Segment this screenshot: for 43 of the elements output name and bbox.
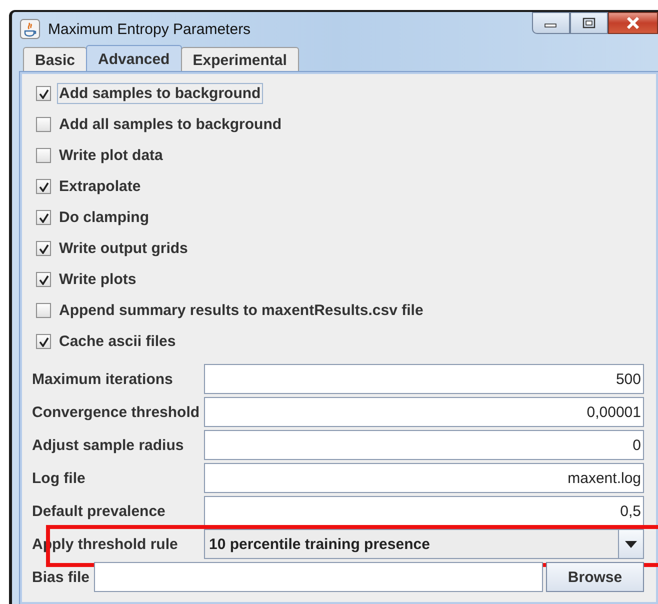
input-field[interactable]: 0,00001	[204, 397, 644, 427]
tab[interactable]: Basic	[23, 47, 88, 72]
field-label: Convergence threshold	[32, 404, 201, 420]
checkbox-label[interactable]: Cache ascii files	[57, 331, 178, 352]
maximize-button[interactable]	[570, 12, 608, 34]
checkbox[interactable]	[36, 303, 51, 318]
checkbox[interactable]	[36, 148, 51, 163]
close-icon	[625, 17, 641, 29]
input-field[interactable]	[94, 562, 543, 592]
checkbox[interactable]	[36, 241, 51, 256]
dropdown[interactable]: 10 percentile training presence	[204, 529, 644, 559]
input-field[interactable]: maxent.log	[204, 463, 644, 493]
checkbox[interactable]	[36, 86, 51, 101]
input-field[interactable]: 500	[204, 364, 644, 394]
checkbox-label[interactable]: Add all samples to background	[57, 114, 284, 135]
field-label: Adjust sample radius	[32, 436, 185, 454]
field-label: Default prevalence	[32, 502, 166, 520]
maximize-icon	[582, 17, 596, 29]
checkbox[interactable]	[36, 334, 51, 349]
checkbox-label[interactable]: Write output grids	[57, 238, 190, 259]
checkbox[interactable]	[36, 179, 51, 194]
browse-button[interactable]: Browse	[546, 562, 644, 592]
field-label: Log file	[32, 470, 86, 486]
dropdown-arrow-icon	[625, 540, 637, 548]
window-title: Maximum Entropy Parameters	[48, 20, 251, 38]
close-button[interactable]	[608, 12, 658, 34]
checkbox-label[interactable]: Write plots	[57, 269, 138, 290]
input-field[interactable]: 0,5	[204, 496, 644, 526]
field-label: Maximum iterations	[32, 370, 174, 388]
tab[interactable]: Advanced	[86, 45, 182, 72]
checkbox-label[interactable]: Do clamping	[57, 207, 152, 228]
tab[interactable]: Experimental	[180, 47, 299, 72]
checkbox-label[interactable]: Write plot data	[57, 145, 165, 166]
checkbox[interactable]	[36, 272, 51, 287]
minimize-button[interactable]	[532, 12, 570, 34]
field-label: Bias file	[32, 568, 90, 586]
cup-icon	[20, 19, 40, 39]
checkbox-label[interactable]: Extrapolate	[57, 176, 143, 197]
input-field[interactable]: 0	[204, 430, 644, 460]
checkbox[interactable]	[36, 117, 51, 132]
checkbox-label[interactable]: Append summary results to maxentResults.csv file	[57, 300, 426, 321]
checkbox-label[interactable]: Add samples to background	[57, 83, 263, 104]
checkbox[interactable]	[36, 210, 51, 225]
